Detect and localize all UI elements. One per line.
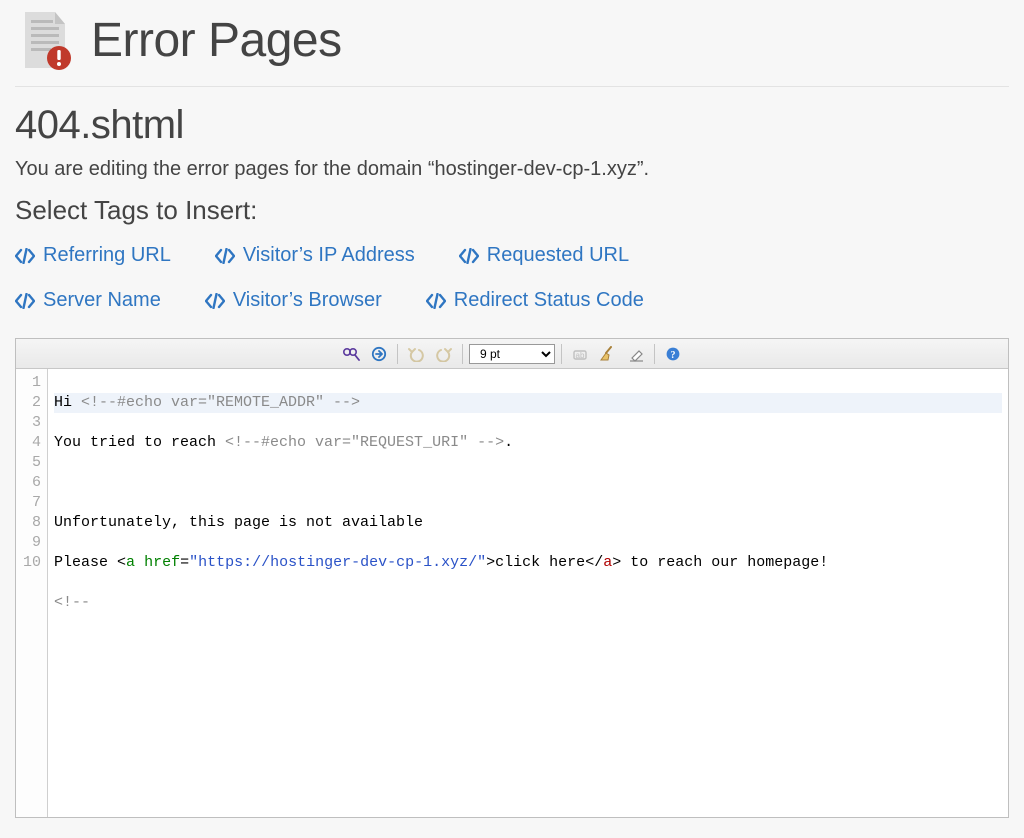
page-title: Error Pages [91,13,342,68]
code-icon [459,248,479,264]
eraser-button[interactable] [624,343,648,365]
tag-redirect-status[interactable]: Redirect Status Code [426,289,644,312]
find-button[interactable] [339,343,363,365]
error-pages-icon [15,10,75,70]
svg-text:ab: ab [576,351,585,360]
tag-visitors-browser[interactable]: Visitor’s Browser [205,289,382,312]
toolbar-separator [397,344,398,364]
page-header: Error Pages [15,10,1009,87]
editor-toolbar: 9 pt ab ? [16,339,1008,369]
highlight-button[interactable]: ab [568,343,592,365]
tag-server-name[interactable]: Server Name [15,289,161,312]
tag-links: Referring URL Visitor’s IP Address Reque… [15,244,1009,312]
tag-label: Server Name [43,289,161,312]
tag-visitors-ip[interactable]: Visitor’s IP Address [215,244,415,267]
file-name-heading: 404.shtml [15,103,1009,148]
line-number-gutter: 1 2 3 4 5 6 7 8 9 10 [16,369,48,817]
toolbar-separator [462,344,463,364]
svg-text:?: ? [671,350,676,361]
code-content[interactable]: Hi <!--#echo var="REMOTE_ADDR" --> You t… [48,369,1008,817]
broom-button[interactable] [596,343,620,365]
code-icon [215,248,235,264]
code-icon [15,293,35,309]
toolbar-separator [561,344,562,364]
undo-button[interactable] [404,343,428,365]
tag-label: Visitor’s IP Address [243,244,415,267]
domain-description: You are editing the error pages for the … [15,158,1009,181]
code-icon [205,293,225,309]
tag-label: Referring URL [43,244,171,267]
tag-label: Requested URL [487,244,629,267]
redo-button[interactable] [432,343,456,365]
select-tags-heading: Select Tags to Insert: [15,195,1009,226]
tag-label: Visitor’s Browser [233,289,382,312]
help-button[interactable]: ? [661,343,685,365]
tag-referring-url[interactable]: Referring URL [15,244,171,267]
font-size-select[interactable]: 9 pt [469,344,555,364]
code-icon [426,293,446,309]
tag-label: Redirect Status Code [454,289,644,312]
goto-button[interactable] [367,343,391,365]
code-area[interactable]: 1 2 3 4 5 6 7 8 9 10 Hi <!--#echo var="R… [16,369,1008,817]
code-icon [15,248,35,264]
code-editor: 9 pt ab ? 1 2 3 4 5 6 [15,338,1009,818]
toolbar-separator [654,344,655,364]
tag-requested-url[interactable]: Requested URL [459,244,629,267]
